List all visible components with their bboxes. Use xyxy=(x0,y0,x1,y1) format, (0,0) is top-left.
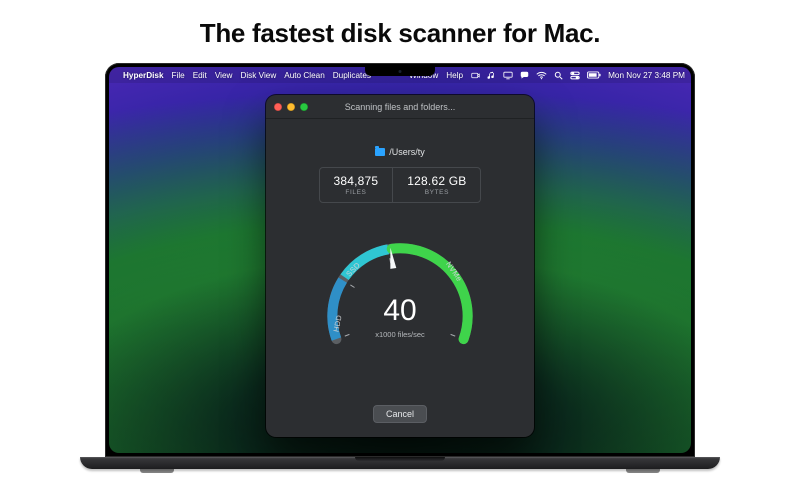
camera-icon[interactable] xyxy=(471,71,480,80)
stat-files-value: 384,875 xyxy=(334,174,379,188)
stat-files: 384,875 FILES xyxy=(320,168,393,202)
gauge-unit-label: x1000 files/sec xyxy=(375,330,425,339)
cancel-button[interactable]: Cancel xyxy=(373,405,427,423)
laptop-mockup: HyperDisk File Edit View Disk View Auto … xyxy=(80,63,720,473)
menu-bar-status-area: Mon Nov 27 3:48 PM xyxy=(471,71,685,80)
screen-bezel: HyperDisk File Edit View Disk View Auto … xyxy=(105,63,695,457)
window-title: Scanning files and folders... xyxy=(266,102,534,112)
menu-edit[interactable]: Edit xyxy=(193,71,207,80)
gauge-value: 40 xyxy=(383,294,416,328)
stat-bytes-value: 128.62 GB xyxy=(407,174,466,188)
stat-bytes-label: BYTES xyxy=(407,189,466,196)
menu-file[interactable]: File xyxy=(172,71,185,80)
menu-view[interactable]: View xyxy=(215,71,233,80)
stat-bytes: 128.62 GB BYTES xyxy=(392,168,480,202)
window-body: /Users/ty 384,875 FILES 128.62 GB BYTES xyxy=(266,119,534,437)
menu-help[interactable]: Help xyxy=(446,71,463,80)
chat-icon[interactable] xyxy=(520,71,529,80)
wifi-icon[interactable] xyxy=(536,71,547,80)
app-window: Scanning files and folders... /Users/ty … xyxy=(266,95,534,437)
screen-icon[interactable] xyxy=(503,71,513,80)
menu-bar-datetime[interactable]: Mon Nov 27 3:48 PM xyxy=(608,71,685,80)
battery-icon[interactable] xyxy=(587,71,601,79)
menu-app-name[interactable]: HyperDisk xyxy=(123,71,164,80)
folder-icon xyxy=(375,148,385,156)
music-icon[interactable] xyxy=(487,71,496,80)
scan-path-row: /Users/ty xyxy=(375,147,425,157)
menu-auto-clean[interactable]: Auto Clean xyxy=(284,71,325,80)
speed-gauge: HDD SSD NVMe 40 x1000 files/sec xyxy=(315,221,485,391)
search-icon[interactable] xyxy=(554,71,563,80)
display-notch xyxy=(365,67,435,76)
scan-stats: 384,875 FILES 128.62 GB BYTES xyxy=(319,167,482,203)
control-center-icon[interactable] xyxy=(570,71,580,80)
laptop-base xyxy=(80,457,720,469)
window-titlebar[interactable]: Scanning files and folders... xyxy=(266,95,534,119)
menu-disk-view[interactable]: Disk View xyxy=(240,71,276,80)
stat-files-label: FILES xyxy=(334,189,379,196)
scan-path-text: /Users/ty xyxy=(389,147,425,157)
marketing-headline: The fastest disk scanner for Mac. xyxy=(200,18,600,49)
desktop: HyperDisk File Edit View Disk View Auto … xyxy=(109,67,691,453)
